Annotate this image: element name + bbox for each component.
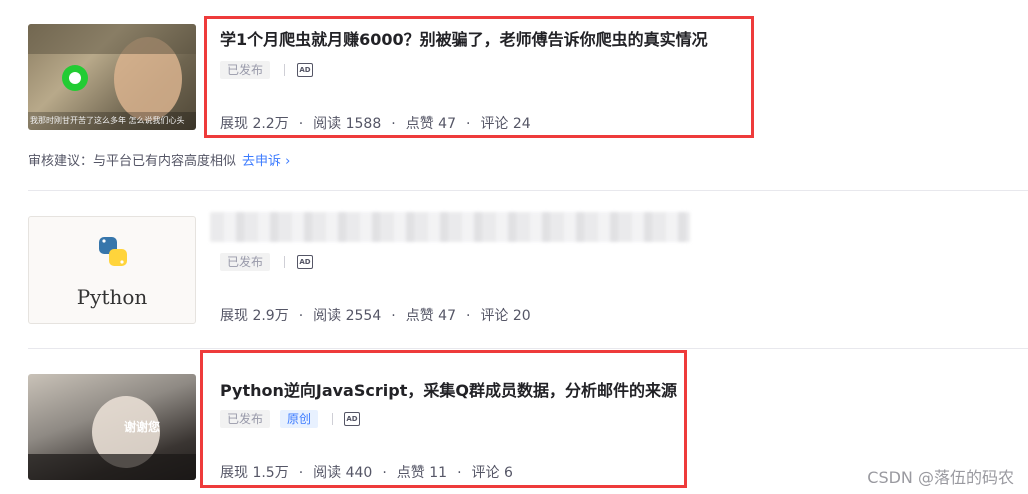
watermark: CSDN @落伍的码农 [867, 468, 1014, 487]
audit-note: 审核建议：与平台已有内容高度相似 去申诉 › [28, 150, 290, 169]
article-thumbnail[interactable]: 我那时刚甘开苦了这么多年 怎么说我们心头 [28, 24, 196, 130]
divider [284, 256, 285, 268]
audit-text: 审核建议：与平台已有内容高度相似 [28, 154, 237, 169]
thumbnail-caption: 谢谢您 [124, 420, 161, 434]
highlight-box [204, 16, 754, 138]
article-stats: 展现 2.9万 · 阅读 2554 · 点赞 47 · 评论 20 [220, 308, 531, 324]
divider [28, 190, 1028, 191]
views-count: 展现 2.9万 [220, 308, 289, 324]
appeal-link[interactable]: 去申诉 › [242, 154, 290, 169]
comments-count: 评论 20 [480, 308, 531, 324]
ad-icon: AD [297, 255, 313, 269]
reads-count: 阅读 2554 [313, 308, 382, 324]
divider [28, 348, 1028, 349]
highlight-box [200, 350, 687, 488]
thumbnail-label: Python [76, 285, 148, 309]
article-thumbnail[interactable]: Python [28, 216, 196, 324]
article-thumbnail[interactable]: 谢谢您 [28, 374, 196, 480]
likes-count: 点赞 47 [405, 308, 456, 324]
blurred-title[interactable] [210, 212, 690, 242]
thumbnail-caption: 我那时刚甘开苦了这么多年 怎么说我们心头 [30, 116, 185, 125]
status-badge: 已发布 [220, 253, 271, 271]
thumbnail-image [28, 396, 196, 480]
